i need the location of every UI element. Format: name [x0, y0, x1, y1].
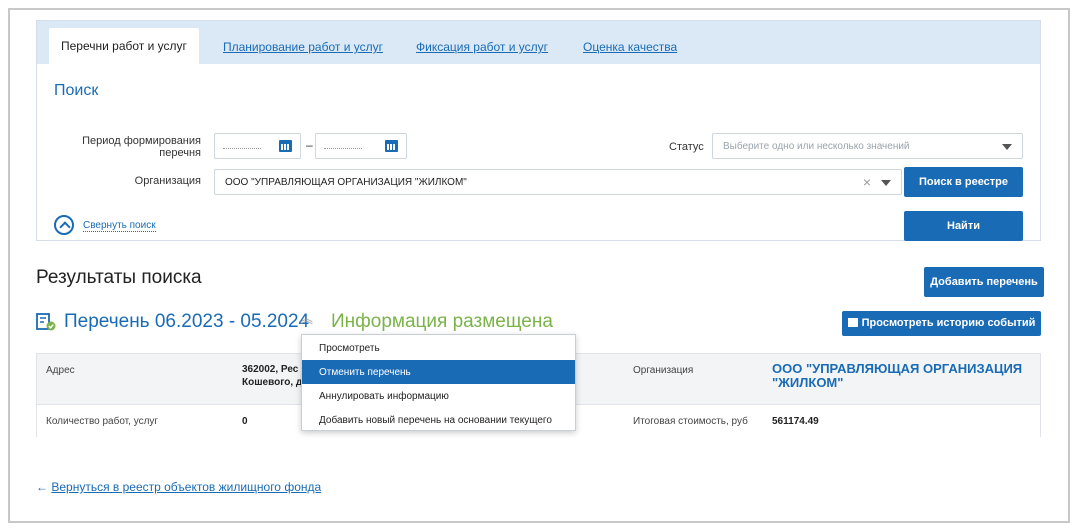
org-value: ООО "УПРАВЛЯЮЩАЯ ОРГАНИЗАЦИЯ "ЖИЛКОМ": [225, 177, 467, 188]
chevron-down-icon[interactable]: [881, 180, 891, 186]
org-select[interactable]: ООО "УПРАВЛЯЮЩАЯ ОРГАНИЗАЦИЯ "ЖИЛКОМ" ×: [214, 169, 902, 195]
calendar-icon: [847, 318, 858, 327]
menu-item-annul-info[interactable]: Аннулировать информацию: [302, 384, 575, 408]
period-label: Период формирования перечня: [82, 135, 201, 159]
search-title: Поиск: [54, 82, 99, 99]
address-value-line1: 362002, Рес: [242, 364, 299, 375]
menu-item-cancel-list[interactable]: Отменить перечень: [302, 360, 575, 384]
status-select[interactable]: Выберите одно или несколько значений: [712, 133, 1023, 159]
menu-item-view[interactable]: Просмотреть: [302, 336, 575, 360]
list-status: Информация размещена: [331, 311, 553, 332]
period-from-field[interactable]: [214, 133, 301, 159]
view-history-label: Просмотреть историю событий: [861, 317, 1036, 329]
tab-fixation[interactable]: Фиксация работ и услуг: [416, 40, 548, 54]
arrow-left-icon: ←: [36, 480, 48, 494]
works-count-label: Количество работ, услуг: [46, 416, 159, 427]
page-frame: Перечни работ и услуг Планирование работ…: [8, 8, 1070, 523]
period-label-line1: Период формирования: [82, 135, 201, 147]
registry-search-button[interactable]: Поиск в реестре: [904, 167, 1023, 197]
address-value-line2: Кошевого, д: [242, 377, 303, 388]
status-placeholder: Выберите одно или несколько значений: [723, 141, 910, 152]
period-separator: –: [306, 138, 313, 152]
org-link-line2: "ЖИЛКОМ": [772, 375, 844, 390]
works-count-value: 0: [242, 416, 248, 427]
org-label: Организация: [633, 365, 694, 376]
add-list-button[interactable]: Добавить перечень: [924, 267, 1044, 297]
chevron-down-icon: [1002, 144, 1012, 150]
list-title[interactable]: Перечень 06.2023 - 05.2024: [64, 311, 309, 333]
calendar-icon[interactable]: [385, 140, 398, 152]
org-link[interactable]: ООО "УПРАВЛЯЮЩАЯ ОРГАНИЗАЦИЯ "ЖИЛКОМ": [772, 362, 1022, 390]
tab-quality[interactable]: Оценка качества: [583, 40, 677, 54]
org-link-line1: ООО "УПРАВЛЯЮЩАЯ ОРГАНИЗАЦИЯ: [772, 361, 1023, 376]
find-button[interactable]: Найти: [904, 211, 1023, 241]
chevron-up-circle-icon[interactable]: [54, 215, 74, 235]
date-placeholder: [324, 143, 362, 149]
actions-dropdown-menu: Просмотреть Отменить перечень Аннулирова…: [301, 334, 576, 431]
total-cost-value: 561174.49: [772, 416, 819, 427]
double-chevron-up-icon[interactable]: ︽: [300, 312, 313, 325]
tab-work-lists[interactable]: Перечни работ и услуг: [49, 28, 199, 64]
calendar-icon[interactable]: [279, 140, 292, 152]
period-label-line2: перечня: [159, 147, 201, 159]
view-history-button[interactable]: Просмотреть историю событий: [842, 311, 1041, 336]
back-link-label: Вернуться в реестр объектов жилищного фо…: [51, 480, 322, 494]
address-value: 362002, Рес Кошевого, д: [242, 363, 302, 389]
period-to-field[interactable]: [315, 133, 407, 159]
search-panel: Перечни работ и услуг Планирование работ…: [36, 20, 1041, 241]
document-check-icon: [36, 313, 56, 331]
org-label: Организация: [134, 175, 201, 187]
tab-bar: Перечни работ и услуг Планирование работ…: [37, 21, 1040, 64]
back-to-registry-link[interactable]: ← Вернуться в реестр объектов жилищного …: [36, 480, 321, 494]
tab-planning[interactable]: Планирование работ и услуг: [223, 40, 383, 54]
clear-icon[interactable]: ×: [863, 174, 871, 190]
date-placeholder: [223, 143, 261, 149]
total-cost-label: Итоговая стоимость, руб: [633, 416, 748, 427]
address-label: Адрес: [46, 365, 75, 376]
menu-item-add-based-on-current[interactable]: Добавить новый перечень на основании тек…: [302, 408, 575, 432]
results-title: Результаты поиска: [36, 267, 202, 288]
collapse-search-link[interactable]: Свернуть поиск: [83, 220, 156, 232]
status-label: Статус: [669, 141, 704, 153]
